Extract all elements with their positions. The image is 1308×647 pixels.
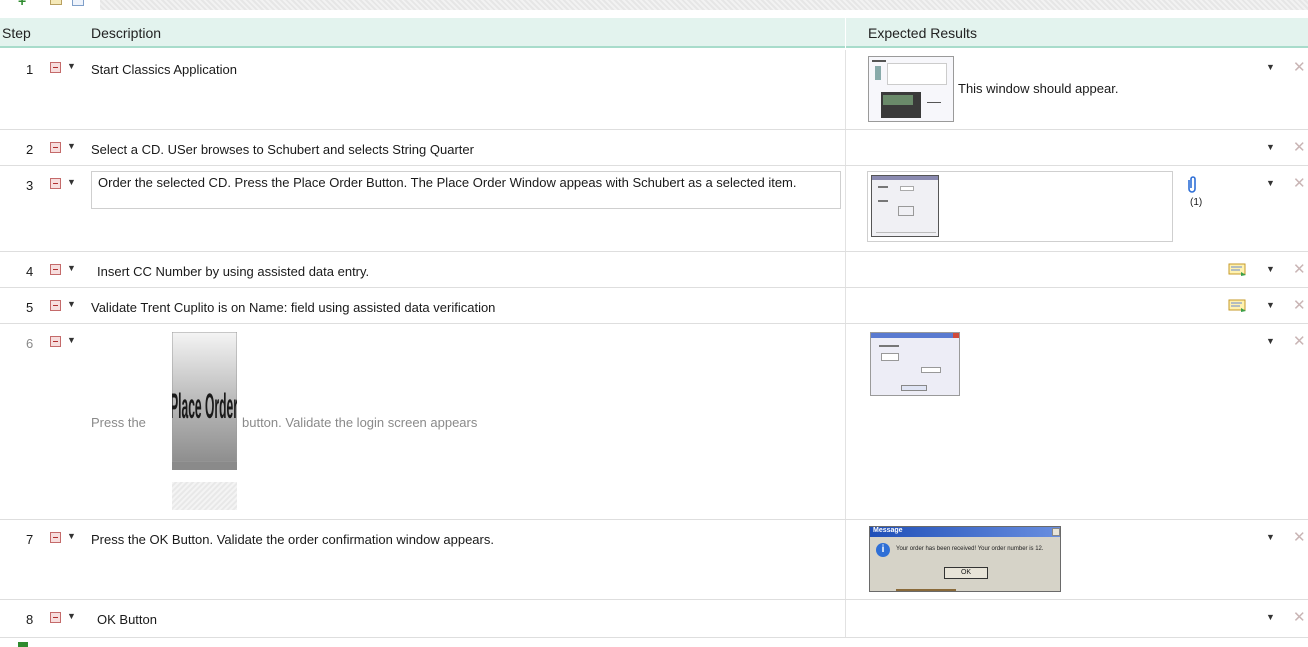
dialog-ok-button[interactable]: OK xyxy=(944,567,988,579)
message-dialog-thumbnail[interactable]: Message i Your order has been received! … xyxy=(869,526,1061,592)
table-row[interactable]: 6 ▼ Press the Place Order button. Valida… xyxy=(0,324,1308,520)
step-number: 8 xyxy=(26,612,34,627)
chevron-down-icon[interactable]: ▼ xyxy=(1266,612,1275,622)
step-icon[interactable] xyxy=(50,612,61,623)
delete-x-icon[interactable]: ✕ xyxy=(1293,296,1306,314)
step-icon[interactable] xyxy=(50,264,61,275)
view-icon[interactable] xyxy=(72,0,84,6)
delete-x-icon[interactable]: ✕ xyxy=(1293,138,1306,156)
attachment-count: (1) xyxy=(1190,197,1203,208)
step-number: 6 xyxy=(26,336,34,351)
delete-x-icon[interactable]: ✕ xyxy=(1293,260,1306,278)
add-step-icon[interactable] xyxy=(18,642,28,647)
delete-x-icon[interactable]: ✕ xyxy=(1293,528,1306,546)
table-row[interactable]: 8 ▼ OK Button ▼ ✕ xyxy=(0,600,1308,638)
screenshot-thumbnail[interactable] xyxy=(871,175,939,237)
chevron-down-icon[interactable]: ▼ xyxy=(67,299,76,309)
step-description[interactable]: Start Classics Application xyxy=(91,61,237,78)
table-header: Step Description Expected Results xyxy=(0,18,1308,48)
screenshot-thumbnail[interactable] xyxy=(868,56,954,122)
chevron-down-icon[interactable]: ▼ xyxy=(67,141,76,151)
table-row[interactable]: 7 ▼ Press the OK Button. Validate the or… xyxy=(0,520,1308,600)
toolbar-background xyxy=(100,0,1308,10)
step-icon[interactable] xyxy=(50,336,61,347)
step-description[interactable]: Insert CC Number by using assisted data … xyxy=(97,263,369,280)
delete-x-icon[interactable]: ✕ xyxy=(1293,174,1306,192)
chevron-down-icon[interactable]: ▼ xyxy=(67,335,76,345)
toolbar: + xyxy=(0,0,1308,10)
place-order-button-image: Place Order xyxy=(172,332,237,510)
delete-x-icon[interactable]: ✕ xyxy=(1293,608,1306,626)
step-number: 5 xyxy=(26,300,34,315)
dialog-message: Your order has been received! Your order… xyxy=(896,546,1044,552)
delete-x-icon[interactable]: ✕ xyxy=(1293,58,1306,76)
step-icon[interactable] xyxy=(50,62,61,73)
chevron-down-icon[interactable]: ▼ xyxy=(1266,532,1275,542)
chevron-down-icon[interactable]: ▼ xyxy=(1266,264,1275,274)
step-icon[interactable] xyxy=(50,178,61,189)
step-description[interactable]: Validate Trent Cuplito is on Name: field… xyxy=(91,299,495,316)
chevron-down-icon[interactable]: ▼ xyxy=(67,611,76,621)
step-description[interactable]: Press the OK Button. Validate the order … xyxy=(91,531,494,548)
header-expected-results: Expected Results xyxy=(868,25,977,41)
paperclip-icon[interactable] xyxy=(1185,175,1199,195)
assisted-data-icon[interactable] xyxy=(1228,299,1248,313)
delete-x-icon[interactable]: ✕ xyxy=(1293,332,1306,350)
table-row[interactable]: 1 ▼ Start Classics Application This wind… xyxy=(0,50,1308,130)
table-icon[interactable] xyxy=(50,0,62,5)
expected-results-editor[interactable] xyxy=(867,171,1173,242)
step-number: 1 xyxy=(26,62,34,77)
table-row[interactable]: 2 ▼ Select a CD. USer browses to Schuber… xyxy=(0,130,1308,166)
step-description-before[interactable]: Press the xyxy=(91,414,146,431)
step-number: 2 xyxy=(26,142,34,157)
step-description-editor[interactable]: Order the selected CD. Press the Place O… xyxy=(91,171,841,209)
info-icon: i xyxy=(876,543,890,557)
chevron-down-icon[interactable]: ▼ xyxy=(1266,142,1275,152)
chevron-down-icon[interactable]: ▼ xyxy=(1266,336,1275,346)
button-image-text: Place Order xyxy=(172,386,237,426)
step-description[interactable]: OK Button xyxy=(97,611,157,628)
chevron-down-icon[interactable]: ▼ xyxy=(1266,300,1275,310)
table-row[interactable]: 5 ▼ Validate Trent Cuplito is on Name: f… xyxy=(0,288,1308,324)
header-description: Description xyxy=(91,25,162,41)
screenshot-thumbnail[interactable] xyxy=(870,332,960,396)
step-number: 4 xyxy=(26,264,34,279)
chevron-down-icon[interactable]: ▼ xyxy=(67,61,76,71)
step-number: 7 xyxy=(26,532,34,547)
dialog-title: Message xyxy=(873,527,903,534)
chevron-down-icon[interactable]: ▼ xyxy=(67,177,76,187)
step-description-after[interactable]: button. Validate the login screen appear… xyxy=(242,414,477,431)
chevron-down-icon[interactable]: ▼ xyxy=(1266,178,1275,188)
step-number: 3 xyxy=(26,178,34,193)
assisted-data-icon[interactable] xyxy=(1228,263,1248,277)
step-icon[interactable] xyxy=(50,142,61,153)
table-row[interactable]: 3 ▼ Order the selected CD. Press the Pla… xyxy=(0,166,1308,252)
step-description[interactable]: Select a CD. USer browses to Schubert an… xyxy=(91,141,474,158)
chevron-down-icon[interactable]: ▼ xyxy=(67,263,76,273)
chevron-down-icon[interactable]: ▼ xyxy=(1266,62,1275,72)
chevron-down-icon[interactable]: ▼ xyxy=(67,531,76,541)
table-row[interactable]: 4 ▼ Insert CC Number by using assisted d… xyxy=(0,252,1308,288)
header-step: Step xyxy=(2,25,31,41)
add-step-icon[interactable]: + xyxy=(18,0,30,8)
expected-text: This window should appear. xyxy=(958,81,1119,96)
step-icon[interactable] xyxy=(50,300,61,311)
step-icon[interactable] xyxy=(50,532,61,543)
